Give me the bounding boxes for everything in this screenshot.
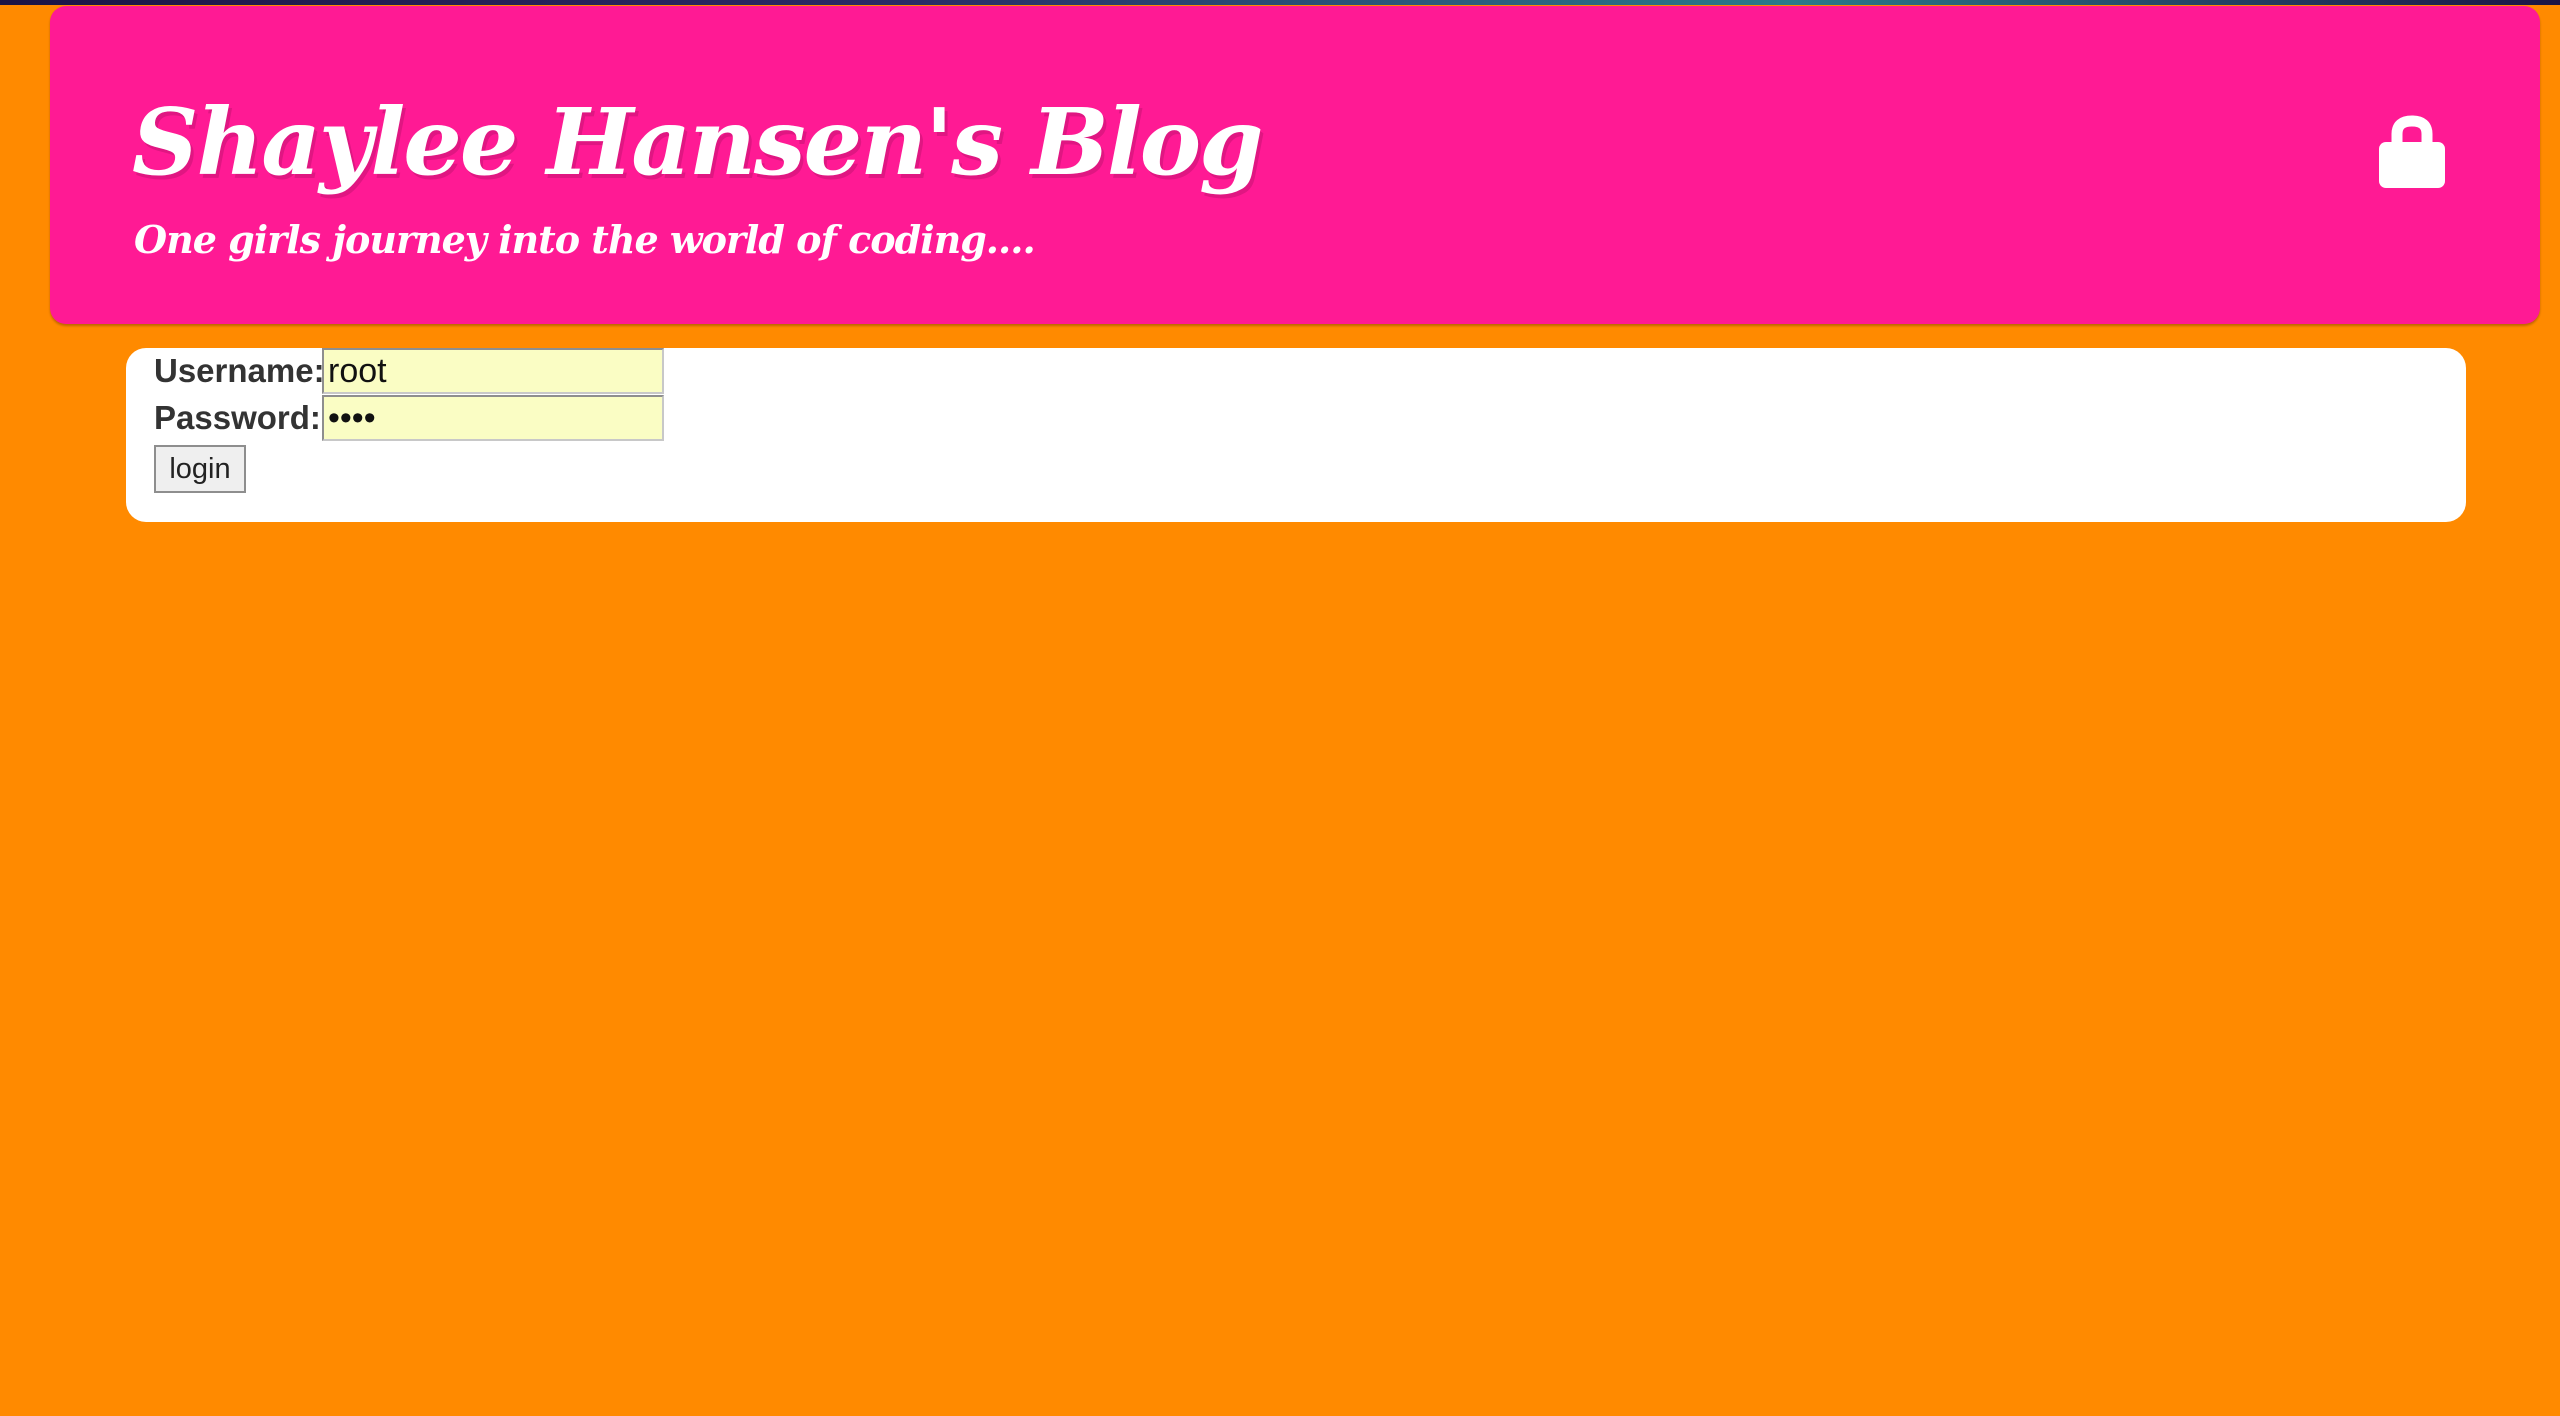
username-row: Username: <box>154 348 664 394</box>
window-top-strip <box>0 0 2560 5</box>
login-button[interactable]: login <box>154 445 246 493</box>
login-panel: Username: Password: login <box>126 348 2466 522</box>
username-label: Username: <box>154 352 325 389</box>
username-input[interactable] <box>322 348 664 394</box>
lock-icon[interactable] <box>2364 104 2460 200</box>
password-input[interactable] <box>322 395 664 441</box>
password-label: Password: <box>154 399 321 436</box>
blog-subtitle: One girls journey into the world of codi… <box>134 217 1036 262</box>
blog-header: Shaylee Hansen's Blog One girls journey … <box>50 6 2540 324</box>
password-row: Password: <box>154 395 664 441</box>
blog-title: Shaylee Hansen's Blog <box>132 88 1263 196</box>
